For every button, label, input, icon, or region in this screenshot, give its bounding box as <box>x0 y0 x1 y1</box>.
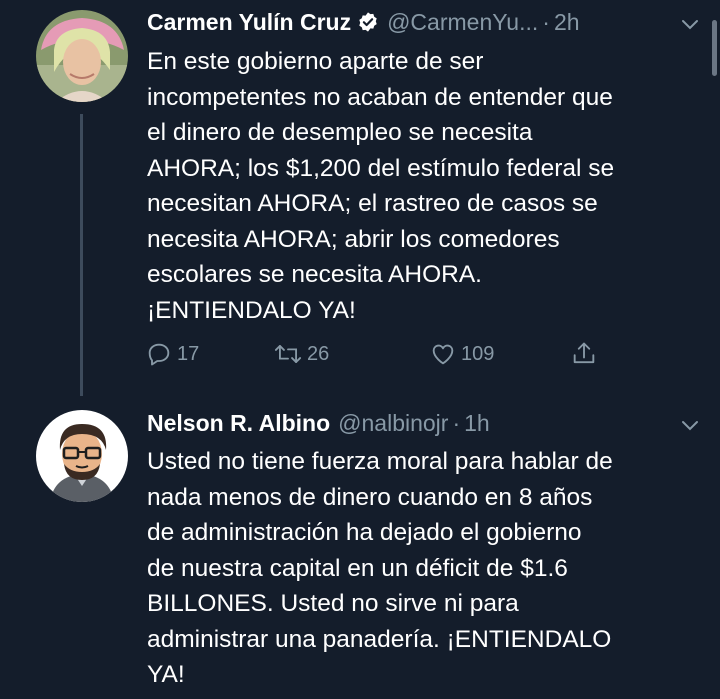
avatar-nelson[interactable] <box>36 410 128 502</box>
tweet-nelson[interactable]: Nelson R. Albino @nalbinojr · 1h Usted n… <box>0 400 720 699</box>
reply-icon <box>145 340 173 368</box>
tweet-body-line: necesitan AHORA; el rastreo de casos se <box>147 190 598 217</box>
tweet-header: Carmen Yulín Cruz @CarmenYu... · 2h <box>147 5 700 39</box>
author-handle[interactable]: @nalbinojr <box>338 410 448 437</box>
chevron-down-icon[interactable] <box>680 11 700 38</box>
tweet-body-line: YA! <box>147 661 185 688</box>
tweet-actions: 17 26 109 <box>145 340 615 374</box>
tweet-body-line: de nuestra capital en un déficit de $1.6 <box>147 554 568 582</box>
share-button[interactable] <box>570 340 598 368</box>
author-handle[interactable]: @CarmenYu... <box>387 9 538 36</box>
reply-count: 17 <box>177 342 200 365</box>
heart-icon <box>429 340 457 368</box>
separator-dot: · <box>452 409 461 436</box>
tweet-body-line: necesita AHORA; abrir los comedores <box>147 225 560 253</box>
avatar-carmen[interactable] <box>36 10 128 102</box>
like-count: 109 <box>461 342 495 365</box>
tweet-body: Usted no tiene fuerza moral para hablar … <box>147 444 707 693</box>
tweet-body-line: nada menos de dinero cuando en 8 años <box>147 483 593 511</box>
tweet-carmen[interactable]: Carmen Yulín Cruz @CarmenYu... · 2h En e… <box>0 0 720 400</box>
tweet-body-line: ¡ENTIENDALO YA! <box>147 296 356 324</box>
tweet-body-line: BILLONES. Usted no sirve ni para <box>147 590 519 617</box>
thread-line <box>80 114 83 396</box>
timestamp[interactable]: 2h <box>554 9 580 36</box>
tweet-body-line: AHORA; los $1,200 del estímulo federal s… <box>147 154 615 182</box>
tweet-body-line: el dinero de desempleo se necesita <box>147 119 533 146</box>
retweet-icon <box>273 340 303 368</box>
tweet-body-line: de administración ha dejado el gobierno <box>147 519 582 546</box>
chevron-down-icon[interactable] <box>680 412 700 439</box>
tweet-header: Nelson R. Albino @nalbinojr · 1h <box>147 406 700 440</box>
tweet-body: En este gobierno aparte de ser incompete… <box>147 44 707 328</box>
verified-badge-icon <box>357 11 379 33</box>
tweet-body-line: escolares se necesita AHORA. <box>147 261 482 288</box>
like-button[interactable]: 109 <box>429 340 494 368</box>
tweet-body-line: administrar una panadería. ¡ENTIENDALO <box>147 625 612 653</box>
timestamp[interactable]: 1h <box>464 410 490 437</box>
tweet-body-line: En este gobierno aparte de ser <box>147 48 484 75</box>
share-icon <box>570 340 598 368</box>
author-name[interactable]: Nelson R. Albino <box>147 410 330 437</box>
tweet-body-line: incompetentes no acaban de entender que <box>147 83 613 111</box>
separator-dot: · <box>542 8 550 35</box>
tweet-body-line: Usted no tiene fuerza moral para hablar … <box>147 448 613 475</box>
reply-button[interactable]: 17 <box>145 340 199 368</box>
retweet-button[interactable]: 26 <box>273 340 329 368</box>
author-name[interactable]: Carmen Yulín Cruz <box>147 9 351 36</box>
retweet-count: 26 <box>307 342 330 365</box>
